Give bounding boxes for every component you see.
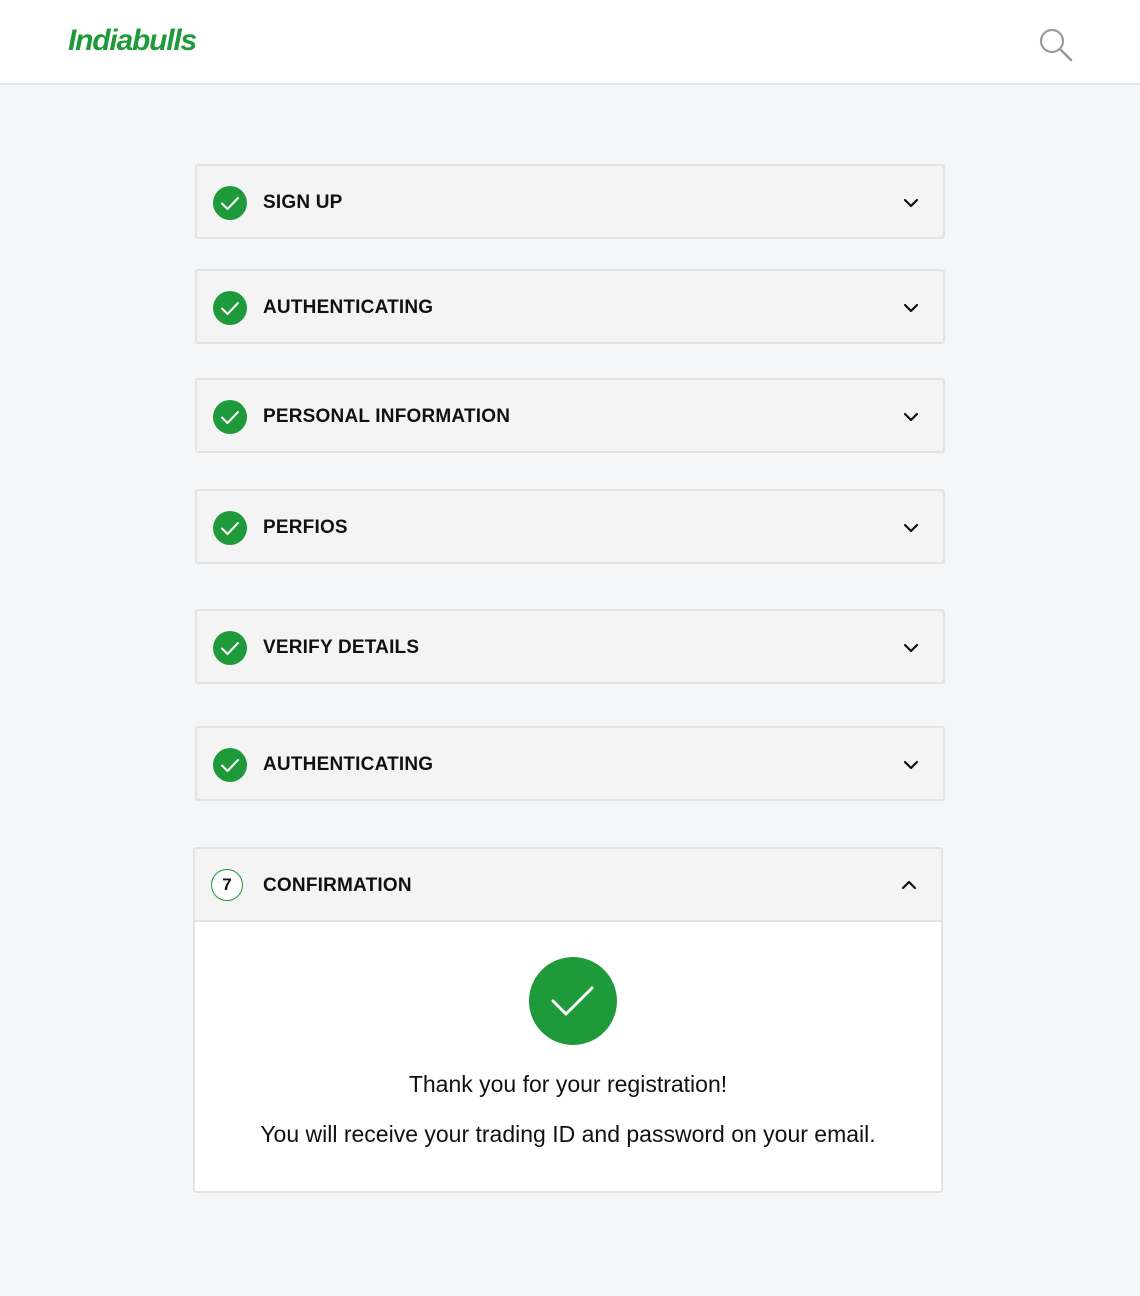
check-circle-icon bbox=[213, 400, 247, 434]
chevron-down-icon[interactable] bbox=[903, 411, 919, 423]
check-circle-icon bbox=[213, 748, 247, 782]
chevron-down-icon[interactable] bbox=[903, 302, 919, 314]
chevron-down-icon[interactable] bbox=[903, 642, 919, 654]
check-circle-icon bbox=[213, 511, 247, 545]
step-number-badge: 7 bbox=[211, 869, 243, 901]
top-header: Indiabulls bbox=[0, 0, 1140, 85]
chevron-down-icon[interactable] bbox=[903, 197, 919, 209]
step-label: AUTHENTICATING bbox=[263, 297, 434, 318]
confirmation-header[interactable]: 7 CONFIRMATION bbox=[195, 849, 941, 922]
large-check-circle-icon bbox=[529, 957, 617, 1045]
step-label: VERIFY DETAILS bbox=[263, 637, 420, 658]
chevron-down-icon[interactable] bbox=[903, 522, 919, 534]
step-authenticating-2[interactable]: AUTHENTICATING bbox=[195, 726, 945, 801]
step-verify-details[interactable]: VERIFY DETAILS bbox=[195, 609, 945, 684]
step-confirmation: 7 CONFIRMATION Thank you for your regist… bbox=[193, 847, 943, 1193]
chevron-down-icon[interactable] bbox=[903, 759, 919, 771]
step-sign-up[interactable]: SIGN UP bbox=[195, 164, 945, 239]
step-personal-information[interactable]: PERSONAL INFORMATION bbox=[195, 378, 945, 453]
indiabulls-logo[interactable]: Indiabulls bbox=[68, 24, 197, 58]
step-authenticating[interactable]: AUTHENTICATING bbox=[195, 269, 945, 344]
credentials-info-message: You will receive your trading ID and pas… bbox=[260, 1121, 876, 1147]
step-label: PERSONAL INFORMATION bbox=[263, 406, 511, 427]
step-label: PERFIOS bbox=[263, 517, 348, 538]
search-icon[interactable] bbox=[1038, 27, 1074, 63]
check-circle-icon bbox=[213, 631, 247, 665]
step-label: CONFIRMATION bbox=[263, 875, 412, 896]
check-circle-icon bbox=[213, 186, 247, 220]
step-perfios[interactable]: PERFIOS bbox=[195, 489, 945, 564]
chevron-up-icon[interactable] bbox=[901, 879, 917, 891]
step-label: AUTHENTICATING bbox=[263, 754, 434, 775]
thank-you-message: Thank you for your registration! bbox=[408, 1071, 728, 1097]
step-label: SIGN UP bbox=[263, 192, 343, 213]
check-circle-icon bbox=[213, 291, 247, 325]
